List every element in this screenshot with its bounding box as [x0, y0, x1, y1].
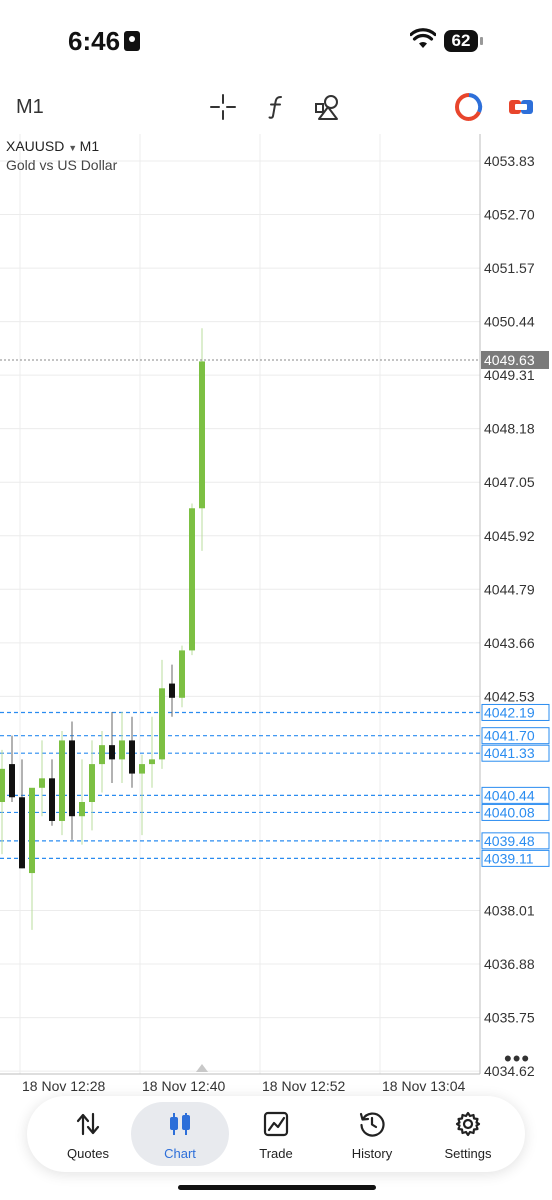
symbol-timeframe: M1: [79, 138, 100, 154]
tab-trade[interactable]: Trade: [227, 1102, 325, 1166]
price-tick-label: 4038.01: [484, 902, 535, 918]
price-chart[interactable]: 4053.83 4052.70 4051.57 4050.44 4049.31 4048.…: [0, 134, 552, 1100]
candle-body: [179, 650, 185, 698]
candle-body: [199, 361, 205, 509]
order-price-label: 4042.19: [484, 704, 535, 720]
candle-body: [19, 797, 25, 869]
id-badge-icon: [124, 31, 140, 51]
tab-trade-label: Trade: [259, 1146, 293, 1161]
time-tick-label: 18 Nov 12:52: [262, 1078, 345, 1094]
battery-tip-icon: [480, 37, 483, 45]
price-tick-label: 4036.88: [484, 956, 535, 972]
tab-chart[interactable]: Chart: [131, 1102, 229, 1166]
chart-symbol: XAUUSD ▼ M1: [6, 138, 99, 154]
price-tick-label: 4043.66: [484, 635, 535, 651]
trade-chart-icon: [263, 1111, 289, 1137]
order-price-label: 4041.33: [484, 745, 535, 761]
quotes-arrows-icon: [76, 1112, 100, 1136]
price-tick-label: 4049.31: [484, 367, 535, 383]
candle-body: [189, 508, 195, 651]
candlestick-icon: [170, 1113, 190, 1135]
price-tick-label: 4052.70: [484, 207, 535, 223]
home-indicator: [178, 1185, 376, 1190]
candle-body: [89, 764, 95, 803]
candle-body: [159, 688, 165, 760]
price-tick-label: 4048.18: [484, 421, 535, 437]
dropdown-arrow-icon[interactable]: ▼: [68, 143, 79, 153]
tab-settings-label: Settings: [444, 1146, 492, 1161]
order-price-label: 4039.11: [484, 850, 534, 866]
symbol-description: Gold vs US Dollar: [6, 157, 118, 173]
tab-history[interactable]: History: [323, 1102, 421, 1166]
indicators-function-icon[interactable]: [262, 92, 292, 122]
drawing-objects-icon[interactable]: [314, 92, 344, 122]
candle-body: [69, 740, 75, 817]
price-tick-label: 4044.79: [484, 581, 535, 597]
tab-chart-label: Chart: [164, 1146, 196, 1161]
price-tick-label: 4045.92: [484, 528, 535, 544]
crosshair-icon[interactable]: [208, 92, 238, 122]
candle-body: [139, 764, 145, 774]
wifi-icon: [410, 28, 436, 48]
chart-canvas[interactable]: 4053.83 4052.70 4051.57 4050.44 4049.31 4048.…: [0, 134, 552, 1100]
price-tick-label: 4053.83: [484, 153, 535, 169]
candle-body: [169, 683, 175, 698]
candle-body: [109, 745, 115, 760]
order-price-label: 4039.48: [484, 833, 535, 849]
more-options-icon[interactable]: •••: [504, 1046, 530, 1072]
tab-settings[interactable]: Settings: [419, 1102, 517, 1166]
time-tick-label: 18 Nov 12:40: [142, 1078, 225, 1094]
time-tick-label: 18 Nov 13:04: [382, 1078, 465, 1094]
chart-shift-marker: [196, 1064, 208, 1072]
candle-body: [29, 787, 35, 874]
candle-body: [149, 759, 155, 765]
tab-quotes-label: Quotes: [67, 1146, 109, 1161]
candle-body: [39, 778, 45, 788]
symbol-name: XAUUSD: [6, 138, 65, 154]
candle-body: [49, 778, 55, 821]
trade-panel-icon[interactable]: [506, 92, 536, 122]
history-clock-icon: [359, 1112, 385, 1137]
candle-body: [9, 764, 15, 798]
status-time: 6:46: [68, 26, 121, 56]
price-tick-label: 4035.75: [484, 1010, 535, 1026]
candle-body: [119, 740, 125, 760]
one-click-trading-icon[interactable]: [454, 92, 484, 122]
gear-icon: [455, 1111, 481, 1137]
candle-body: [0, 768, 5, 803]
time-tick-label: 18 Nov 12:28: [22, 1078, 105, 1094]
current-price-label: 4049.63: [484, 352, 535, 368]
price-tick-label: 4047.05: [484, 474, 535, 490]
price-tick-label: 4050.44: [484, 314, 535, 330]
price-tick-label: 4042.53: [484, 688, 535, 704]
order-price-label: 4041.70: [484, 728, 535, 744]
tab-history-label: History: [351, 1146, 393, 1161]
candle-body: [99, 745, 105, 765]
order-price-label: 4040.44: [484, 787, 535, 803]
candle-body: [129, 740, 135, 774]
candle-body: [79, 802, 85, 817]
tab-quotes[interactable]: Quotes: [39, 1102, 137, 1166]
order-price-label: 4040.08: [484, 804, 535, 820]
bottom-tab-bar: Quotes Chart Trade History Settings: [27, 1096, 525, 1172]
candle-body: [59, 740, 65, 821]
battery-level: 62: [444, 30, 478, 52]
chart-toolbar: M1: [0, 80, 552, 134]
price-tick-label: 4051.57: [484, 260, 535, 276]
timeframe-selector[interactable]: M1: [16, 96, 44, 119]
status-bar: 6:46 62: [0, 0, 552, 80]
